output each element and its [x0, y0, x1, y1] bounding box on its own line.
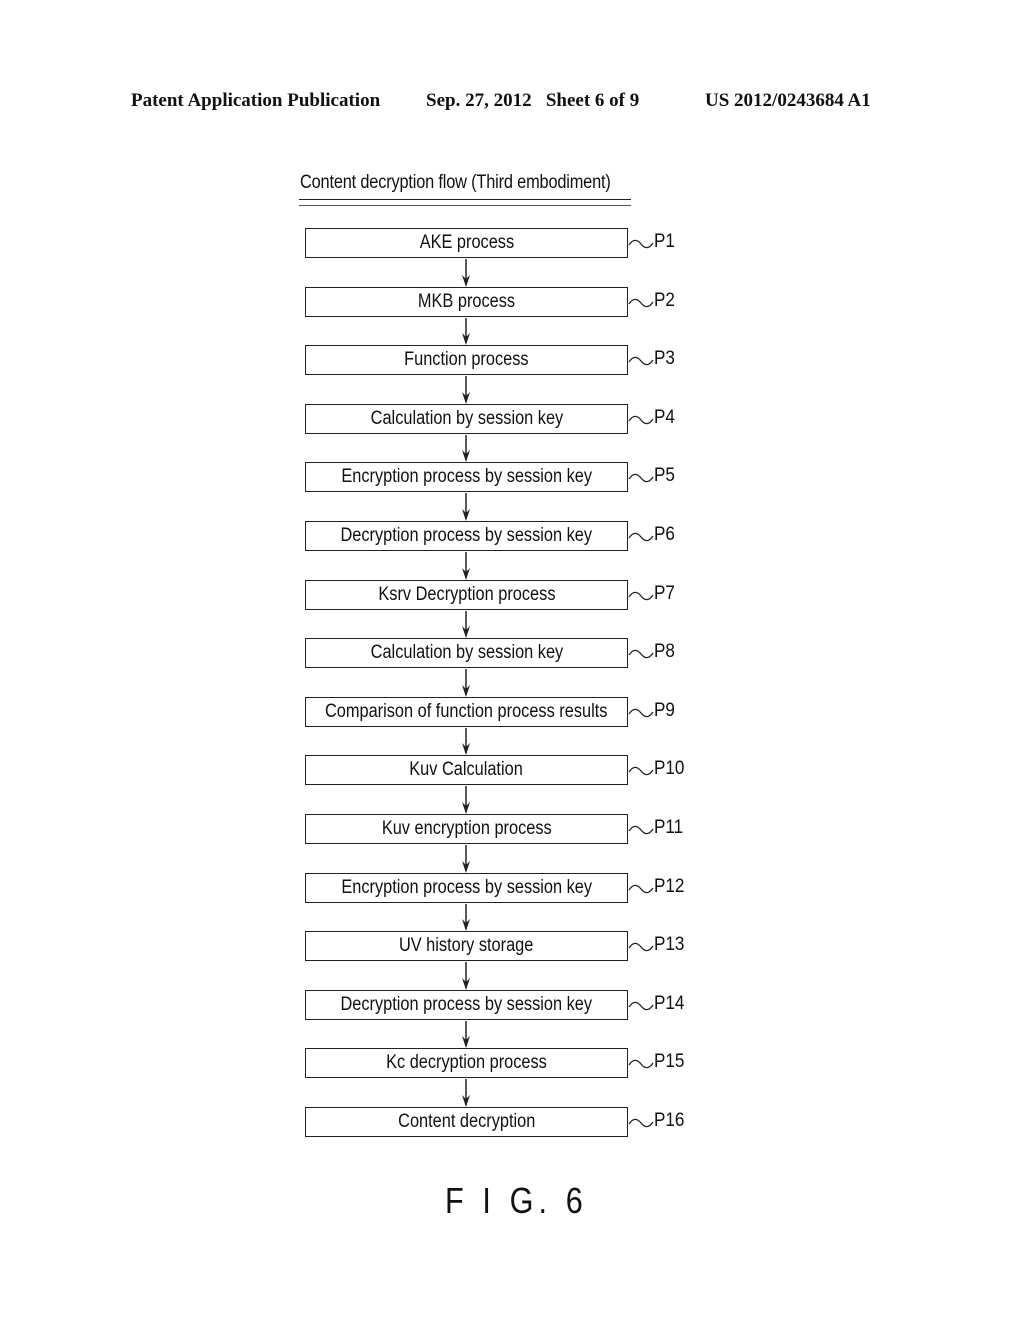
- step-reference: P10: [654, 758, 685, 779]
- process-label: Encryption process by session key: [341, 466, 592, 487]
- step-reference: P13: [654, 934, 685, 955]
- process-box-p13: UV history storage: [305, 931, 628, 961]
- flow-arrow-icon: [462, 318, 470, 345]
- step-reference: P4: [654, 407, 675, 428]
- process-box-p10: Kuv Calculation: [305, 755, 628, 785]
- reference-leader-icon: [628, 825, 654, 835]
- step-reference: P2: [654, 290, 675, 311]
- step-reference: P5: [654, 465, 675, 486]
- process-label: Kuv encryption process: [381, 818, 552, 839]
- flow-arrow-icon: [462, 493, 470, 521]
- reference-leader-icon: [628, 356, 654, 366]
- step-reference: P15: [654, 1051, 685, 1072]
- flow-arrow-icon: [462, 552, 470, 580]
- reference-leader-icon: [628, 591, 654, 601]
- step-reference: P9: [654, 700, 675, 721]
- process-label: Calculation by session key: [370, 642, 563, 663]
- reference-leader-icon: [628, 298, 654, 308]
- process-box-p3: Function process: [305, 345, 628, 375]
- step-reference: P6: [654, 524, 675, 545]
- step-reference: P11: [654, 817, 684, 838]
- step-reference: P14: [654, 993, 685, 1014]
- reference-leader-icon: [628, 942, 654, 952]
- step-reference: P7: [654, 583, 675, 604]
- process-label: Comparison of function process results: [325, 701, 608, 722]
- process-label: Decryption process by session key: [340, 994, 593, 1015]
- flow-arrow-icon: [462, 904, 470, 931]
- process-box-p14: Decryption process by session key: [305, 990, 628, 1020]
- reference-leader-icon: [628, 532, 654, 542]
- reference-leader-icon: [628, 649, 654, 659]
- flowchart: AKE process P1 MKB process P2 Function proce…: [0, 0, 1024, 1320]
- reference-leader-icon: [628, 1118, 654, 1128]
- process-label: Calculation by session key: [370, 408, 563, 429]
- process-box-p16: Content decryption: [305, 1107, 628, 1137]
- flow-arrow-icon: [462, 611, 470, 638]
- process-box-p6: Decryption process by session key: [305, 521, 628, 551]
- flow-arrow-icon: [462, 435, 470, 462]
- figure-label: F I G. 6: [445, 1180, 588, 1221]
- step-reference: P8: [654, 641, 675, 662]
- process-label: Encryption process by session key: [341, 877, 592, 898]
- process-box-p15: Kc decryption process: [305, 1048, 628, 1078]
- reference-leader-icon: [628, 1001, 654, 1011]
- process-label: Content decryption: [397, 1111, 536, 1132]
- reference-leader-icon: [628, 1059, 654, 1069]
- step-reference: P16: [654, 1110, 685, 1131]
- step-reference: P3: [654, 348, 675, 369]
- flow-arrow-icon: [462, 1079, 470, 1107]
- process-box-p1: AKE process: [305, 228, 628, 258]
- process-label: Ksrv Decryption process: [377, 584, 556, 605]
- flow-arrow-icon: [462, 786, 470, 814]
- reference-leader-icon: [628, 415, 654, 425]
- process-label: UV history storage: [399, 935, 534, 956]
- process-box-p2: MKB process: [305, 287, 628, 317]
- flow-arrow-icon: [462, 376, 470, 404]
- process-label: AKE process: [419, 232, 514, 253]
- process-box-p9: Comparison of function process results: [305, 697, 628, 727]
- process-box-p8: Calculation by session key: [305, 638, 628, 668]
- reference-leader-icon: [628, 473, 654, 483]
- step-reference: P1: [654, 231, 675, 252]
- flow-arrow-icon: [462, 1021, 470, 1048]
- process-box-p5: Encryption process by session key: [305, 462, 628, 492]
- process-box-p12: Encryption process by session key: [305, 873, 628, 903]
- flow-arrow-icon: [462, 259, 470, 287]
- flow-arrow-icon: [462, 728, 470, 755]
- process-box-p4: Calculation by session key: [305, 404, 628, 434]
- process-label: Function process: [404, 349, 529, 370]
- process-box-p7: Ksrv Decryption process: [305, 580, 628, 610]
- flow-arrow-icon: [462, 669, 470, 697]
- reference-leader-icon: [628, 884, 654, 894]
- process-label: Kuv Calculation: [409, 759, 524, 780]
- flow-arrow-icon: [462, 962, 470, 990]
- step-reference: P12: [654, 876, 685, 897]
- process-label: Kc decryption process: [386, 1052, 547, 1073]
- reference-leader-icon: [628, 708, 654, 718]
- process-box-p11: Kuv encryption process: [305, 814, 628, 844]
- process-label: Decryption process by session key: [340, 525, 593, 546]
- reference-leader-icon: [628, 766, 654, 776]
- reference-leader-icon: [628, 239, 654, 249]
- flow-arrow-icon: [462, 845, 470, 873]
- process-label: MKB process: [417, 291, 516, 312]
